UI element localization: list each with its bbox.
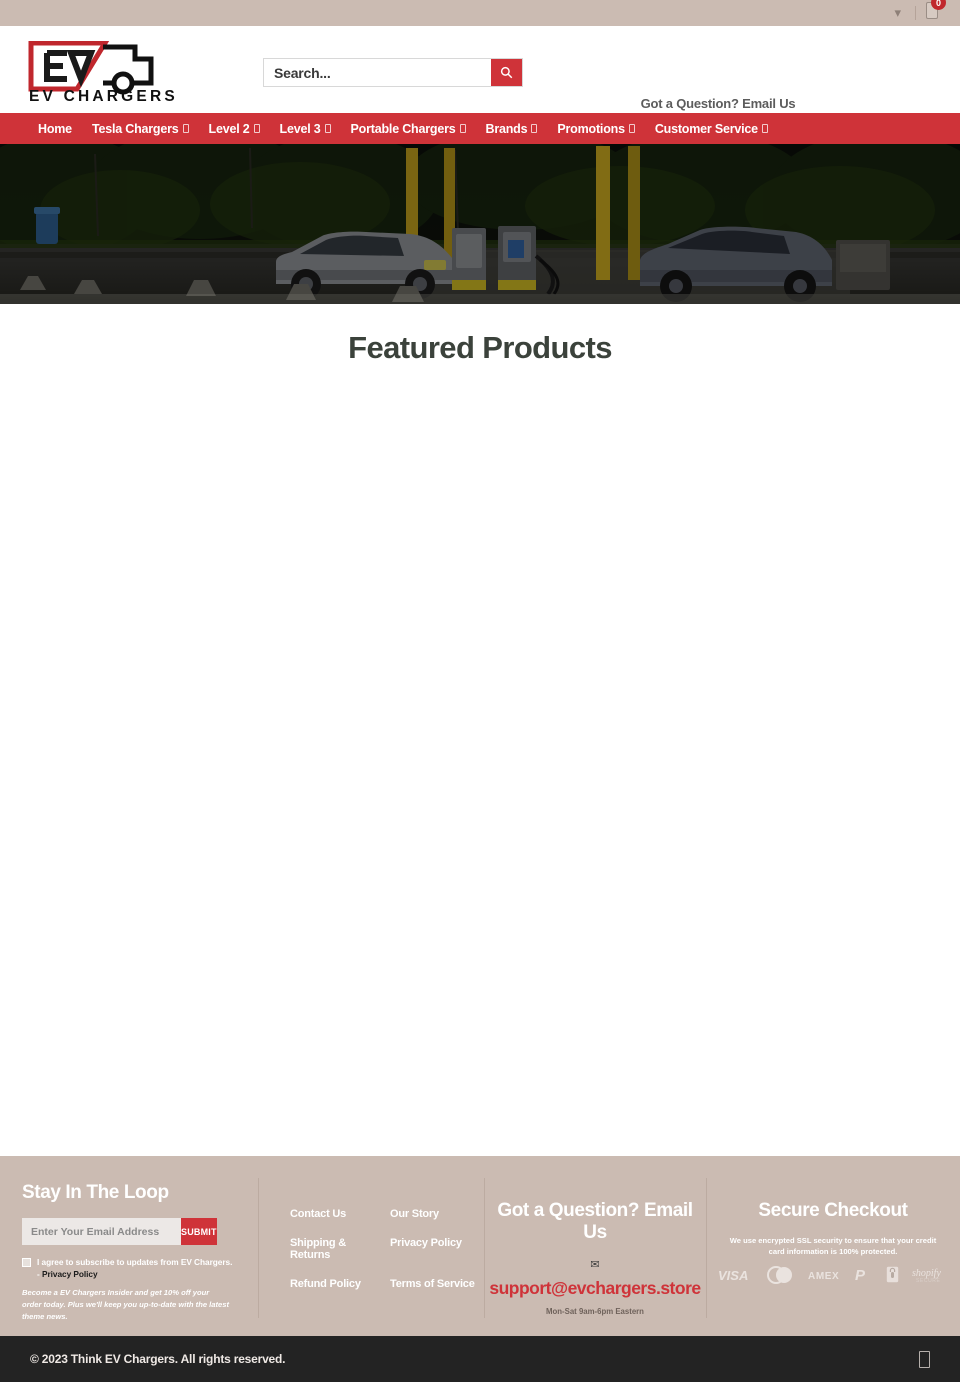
search-form	[263, 58, 523, 87]
site-footer: Stay In The Loop SUBMIT I agree to subsc…	[0, 1156, 960, 1336]
footer-link-refund-policy[interactable]: Refund Policy	[290, 1278, 382, 1290]
newsletter-consent-row: I agree to subscribe to updates from EV …	[22, 1256, 234, 1280]
product-grid	[0, 366, 960, 866]
search-input[interactable]	[264, 59, 491, 86]
copyright-text: © 2023 Think EV Chargers. All rights res…	[30, 1352, 286, 1366]
support-email-link[interactable]: support@evchargers.store	[484, 1278, 706, 1299]
support-hours: Mon-Sat 9am-6pm Eastern	[546, 1307, 644, 1316]
svg-text:EV CHARGERS: EV CHARGERS	[29, 88, 175, 103]
nav-item-home[interactable]: Home	[28, 113, 82, 144]
visa-icon: VISA	[718, 1268, 752, 1282]
ssl-note: We use encrypted SSL security to ensure …	[729, 1236, 937, 1257]
footer-links-column: Contact Us Our Story Shipping & Returns …	[258, 1156, 484, 1336]
facebook-icon[interactable]	[919, 1350, 930, 1368]
footer-link-terms-of-service[interactable]: Terms of Service	[390, 1278, 484, 1290]
newsletter-column: Stay In The Loop SUBMIT I agree to subsc…	[0, 1156, 258, 1336]
page-title: Featured Products	[348, 330, 612, 365]
nav-item-tesla-chargers[interactable]: Tesla Chargers	[82, 113, 199, 144]
chevron-down-icon	[761, 124, 768, 133]
nav-item-brands[interactable]: Brands	[476, 113, 548, 144]
nav-item-portable-chargers[interactable]: Portable Chargers	[341, 113, 476, 144]
nav-label: Portable Chargers	[350, 121, 456, 136]
chevron-down-icon[interactable]: ▾	[886, 5, 909, 22]
top-utility-bar: ▾ 0	[0, 0, 960, 26]
ev-truck-logo-icon: EV CHARGERS	[28, 41, 175, 103]
payment-icons-row: VISA AMEX P shopify SECURE	[706, 1265, 960, 1284]
contact-question: Got a Question? Email Us	[640, 96, 796, 111]
divider	[915, 6, 916, 20]
nav-label: Brands	[485, 121, 528, 136]
newsletter-form: SUBMIT	[22, 1218, 217, 1245]
svg-text:P: P	[855, 1267, 866, 1284]
support-heading: Got a Question? Email Us	[497, 1200, 693, 1243]
footer-link-contact-us[interactable]: Contact Us	[290, 1208, 382, 1220]
nav-label: Tesla Chargers	[91, 121, 179, 136]
chevron-down-icon	[253, 124, 260, 133]
cart-button[interactable]: 0	[922, 0, 946, 24]
footer-link-grid: Contact Us Our Story Shipping & Returns …	[290, 1208, 484, 1290]
hero-image	[0, 144, 960, 304]
svg-text:SECURE: SECURE	[916, 1278, 941, 1284]
site-logo[interactable]: EV CHARGERS	[27, 41, 175, 103]
chevron-down-icon	[459, 124, 466, 133]
featured-products-section: Featured Products	[0, 304, 960, 1156]
nav-item-level-2[interactable]: Level 2	[199, 113, 270, 144]
mastercard-icon	[765, 1265, 795, 1284]
secure-checkout-column: Secure Checkout We use encrypted SSL sec…	[706, 1156, 960, 1336]
newsletter-consent-checkbox[interactable]	[22, 1258, 31, 1267]
amex-icon: AMEX	[808, 1269, 842, 1281]
site-header: EV CHARGERS Got a Question? Email Us ✉ s…	[0, 26, 960, 143]
shopify-secure-icon: shopify SECURE	[912, 1266, 948, 1284]
svg-text:AMEX: AMEX	[808, 1271, 839, 1281]
footer-support-column: Got a Question? Email Us ✉ support@evcha…	[484, 1156, 706, 1336]
footer-link-privacy-policy[interactable]: Privacy Policy	[390, 1237, 484, 1261]
nav-item-promotions[interactable]: Promotions	[547, 113, 644, 144]
svg-text:VISA: VISA	[718, 1268, 748, 1282]
chevron-down-icon	[531, 124, 538, 133]
search-button[interactable]	[491, 59, 522, 86]
chevron-down-icon	[324, 124, 331, 133]
nav-item-customer-service[interactable]: Customer Service	[645, 113, 778, 144]
chevron-down-icon	[628, 124, 635, 133]
envelope-icon: ✉	[590, 1258, 600, 1271]
newsletter-consent-label: I agree to subscribe to updates from EV …	[37, 1256, 234, 1280]
nav-label: Level 2	[208, 121, 250, 136]
page-root: ▾ 0 EV CHARGERS Search... Got a Question…	[0, 0, 960, 1386]
hero-banner[interactable]	[0, 144, 960, 304]
newsletter-heading: Stay In The Loop	[22, 1182, 169, 1203]
newsletter-promo-note: Become a EV Chargers Insider and get 10%…	[22, 1288, 230, 1322]
newsletter-email-input[interactable]	[22, 1218, 181, 1245]
search-icon	[500, 66, 513, 79]
nav-label: Level 3	[279, 121, 321, 136]
footer-link-our-story[interactable]: Our Story	[390, 1208, 484, 1220]
privacy-policy-link[interactable]: Privacy Policy	[42, 1269, 98, 1279]
copyright-bar: © 2023 Think EV Chargers. All rights res…	[0, 1336, 960, 1382]
newsletter-submit-button[interactable]: SUBMIT	[181, 1218, 217, 1245]
secure-checkout-heading: Secure Checkout	[758, 1200, 908, 1221]
chevron-down-icon	[182, 124, 189, 133]
nav-label: Home	[38, 121, 72, 136]
main-navigation: Home Tesla Chargers Level 2 Level 3 Port…	[0, 113, 960, 144]
footer-link-shipping-returns[interactable]: Shipping & Returns	[290, 1237, 382, 1261]
lock-icon	[886, 1266, 899, 1283]
cart-count-badge: 0	[931, 0, 946, 10]
nav-item-level-3[interactable]: Level 3	[270, 113, 341, 144]
nav-label: Customer Service	[654, 121, 758, 136]
nav-label: Promotions	[557, 121, 625, 136]
paypal-icon: P	[855, 1266, 873, 1284]
